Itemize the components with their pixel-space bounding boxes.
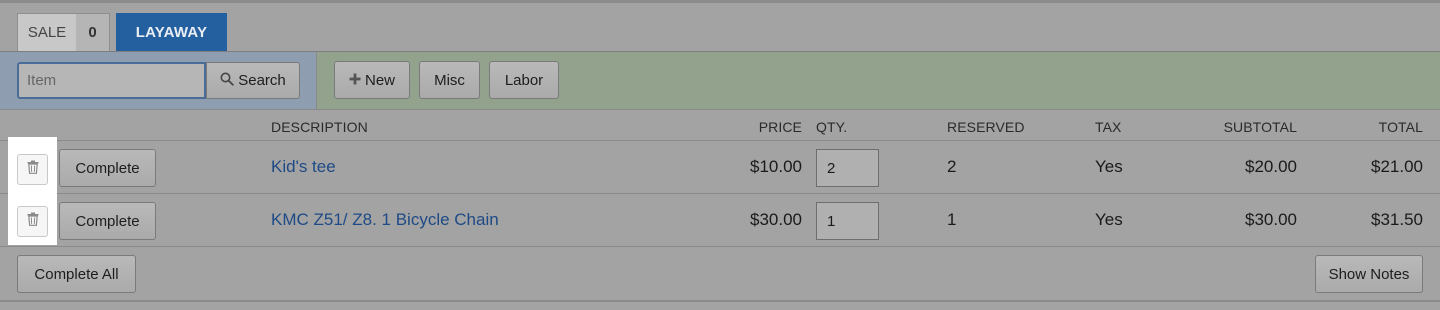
search-icon	[220, 72, 234, 90]
trash-icon	[27, 160, 39, 179]
trash-icon	[27, 212, 39, 231]
misc-button[interactable]: Misc	[419, 61, 480, 99]
header-qty: QTY.	[816, 119, 848, 135]
table-row: Complete Kid's tee $10.00 2 Yes $20.00 $…	[0, 141, 1440, 194]
item-price: $10.00	[750, 157, 802, 176]
bottom-border	[0, 300, 1440, 302]
header-subtotal: SUBTOTAL	[1223, 119, 1297, 135]
item-total: $21.00	[1371, 157, 1423, 176]
table-header: DESCRIPTION PRICE QTY. RESERVED TAX SUBT…	[0, 109, 1440, 141]
header-price: PRICE	[758, 119, 802, 135]
search-button[interactable]: Search	[206, 62, 300, 99]
item-description-link[interactable]: KMC Z51/ Z8. 1 Bicycle Chain	[271, 210, 499, 230]
header-total: TOTAL	[1378, 119, 1423, 135]
tab-sale-label: SALE	[27, 24, 67, 41]
delete-column-highlight	[8, 137, 57, 245]
table-row: Complete KMC Z51/ Z8. 1 Bicycle Chain $3…	[0, 194, 1440, 247]
item-tax: Yes	[1095, 210, 1123, 229]
qty-input[interactable]	[816, 202, 879, 240]
table-footer: Complete All Show Notes	[0, 247, 1440, 301]
header-tax: TAX	[1095, 119, 1122, 135]
show-notes-button[interactable]: Show Notes	[1315, 255, 1423, 293]
top-border	[0, 0, 1440, 3]
tab-sale[interactable]: SALE 0	[17, 13, 110, 51]
item-search-input[interactable]	[17, 62, 206, 99]
plus-icon	[349, 72, 361, 89]
header-reserved: RESERVED	[947, 119, 1025, 135]
tab-layaway[interactable]: LAYAWAY	[116, 13, 227, 51]
delete-item-button[interactable]	[17, 206, 48, 237]
delete-item-button[interactable]	[17, 154, 48, 185]
new-button-label: New	[364, 71, 395, 89]
actions-bar	[316, 51, 1440, 109]
item-price: $30.00	[750, 210, 802, 229]
item-description-link[interactable]: Kid's tee	[271, 157, 336, 177]
complete-button[interactable]: Complete	[59, 202, 156, 240]
item-reserved: 1	[947, 210, 957, 229]
item-subtotal: $30.00	[1245, 210, 1297, 229]
new-button[interactable]: New	[334, 61, 410, 99]
header-description: DESCRIPTION	[271, 119, 368, 135]
labor-button[interactable]: Labor	[489, 61, 559, 99]
item-subtotal: $20.00	[1245, 157, 1297, 176]
item-reserved: 2	[947, 157, 957, 176]
item-total: $31.50	[1371, 210, 1423, 229]
tab-sale-count: 0	[76, 14, 109, 51]
complete-button[interactable]: Complete	[59, 149, 156, 187]
complete-all-button[interactable]: Complete All	[17, 255, 136, 293]
search-button-label: Search	[238, 72, 286, 89]
qty-input[interactable]	[816, 149, 879, 187]
item-tax: Yes	[1095, 157, 1123, 176]
